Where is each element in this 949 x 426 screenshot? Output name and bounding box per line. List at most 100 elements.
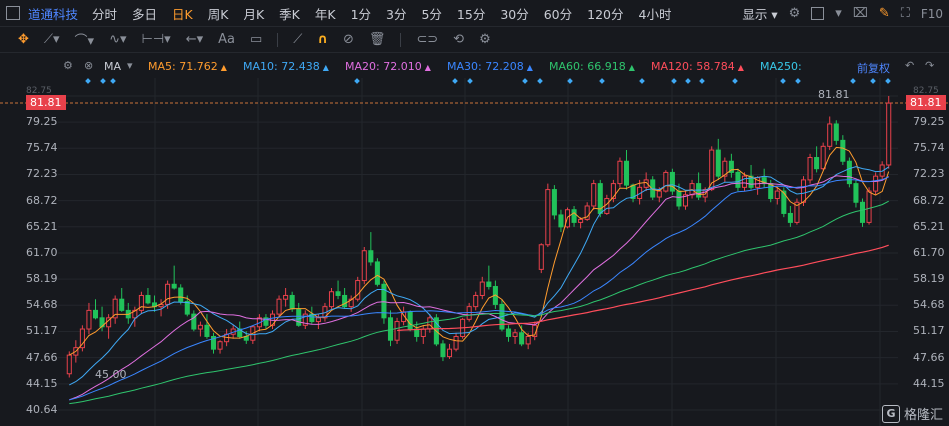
candle-79 xyxy=(584,202,590,221)
ma-lines xyxy=(69,146,890,405)
low-price-label: 45.00 xyxy=(95,368,127,382)
candle-35 xyxy=(296,302,302,327)
candle-body xyxy=(604,198,610,214)
candle-body xyxy=(283,294,289,300)
candle-62 xyxy=(473,291,479,311)
candle-body xyxy=(617,160,623,185)
candle-body xyxy=(676,190,682,207)
event-marker xyxy=(885,78,891,84)
candle-44 xyxy=(355,276,361,302)
candle-11 xyxy=(138,291,144,315)
event-marker xyxy=(467,78,473,84)
right-axis-tick: 72.23 xyxy=(913,167,945,181)
candle-40 xyxy=(328,288,335,309)
candle-52 xyxy=(407,310,413,332)
left-axis-tick: 51.17 xyxy=(26,324,58,338)
candle-110 xyxy=(787,205,793,227)
candle-100 xyxy=(722,157,728,183)
candle-body xyxy=(217,341,223,350)
logo-icon: G xyxy=(881,404,900,423)
left-axis-tick: 75.74 xyxy=(26,141,58,155)
right-axis-tick: 44.15 xyxy=(913,376,945,390)
candle-body xyxy=(420,328,426,337)
candle-body xyxy=(859,201,866,223)
candle-body xyxy=(833,123,839,141)
candle-body xyxy=(368,250,374,263)
left-axis-tick: 61.70 xyxy=(26,245,58,259)
left-axis-tick: 58.19 xyxy=(26,272,58,286)
candle-body xyxy=(538,244,544,270)
candle-body xyxy=(820,145,826,170)
candle-0 xyxy=(66,351,72,378)
event-marker xyxy=(599,78,605,84)
candle-74 xyxy=(551,185,557,220)
candle-body xyxy=(840,139,846,162)
candle-body xyxy=(519,332,525,345)
ma20-line xyxy=(69,175,889,401)
candle-54 xyxy=(420,325,426,344)
right-axis-tick: 75.74 xyxy=(913,141,945,155)
candle-body xyxy=(197,324,203,330)
candle-113 xyxy=(807,153,813,184)
candle-59 xyxy=(453,332,459,352)
candle-20 xyxy=(197,321,203,337)
event-marker xyxy=(732,78,738,84)
event-marker xyxy=(870,78,876,84)
event-marker xyxy=(452,78,458,84)
candle-body xyxy=(800,179,807,203)
event-markers xyxy=(85,78,891,84)
candle-body xyxy=(807,157,813,181)
candle-body xyxy=(669,171,675,192)
candle-49 xyxy=(387,310,394,347)
candle-125 xyxy=(886,96,892,169)
candle-16 xyxy=(171,265,177,290)
left-axis-tick: 79.25 xyxy=(26,115,58,129)
high-price-label: 81.81 xyxy=(818,88,850,101)
candle-body xyxy=(446,348,453,358)
candle-32 xyxy=(276,295,282,317)
candle-body xyxy=(741,175,748,188)
event-marker xyxy=(685,78,691,84)
candle-73 xyxy=(545,183,551,247)
candle-21 xyxy=(204,314,210,339)
left-axis-tick: 40.64 xyxy=(26,403,58,416)
right-axis-tick: 51.17 xyxy=(913,324,945,338)
candle-body xyxy=(66,354,72,375)
candle-96 xyxy=(696,172,702,201)
ma10-line xyxy=(69,166,889,386)
candle-22 xyxy=(210,332,217,354)
candle-body xyxy=(512,332,518,337)
candle-body xyxy=(86,309,92,330)
left-axis-tick: 54.68 xyxy=(26,298,58,312)
candle-body xyxy=(374,261,380,285)
candle-72 xyxy=(538,243,544,274)
candle-body xyxy=(486,281,492,288)
event-marker xyxy=(850,78,856,84)
candle-body xyxy=(276,298,282,315)
right-axis-tick: 68.72 xyxy=(913,193,945,207)
candle-body xyxy=(853,183,859,203)
candle-47 xyxy=(374,258,380,287)
kline-chart[interactable] xyxy=(0,0,949,426)
candle-body xyxy=(623,160,630,186)
candle-body xyxy=(774,190,780,200)
candle-84 xyxy=(617,157,623,188)
candle-17 xyxy=(178,284,184,305)
candle-114 xyxy=(814,146,820,173)
candle-13 xyxy=(151,295,158,312)
candle-117 xyxy=(833,120,839,145)
candle-body xyxy=(315,317,321,323)
candle-body xyxy=(165,283,171,305)
candle-3 xyxy=(86,302,92,335)
candle-body xyxy=(453,335,459,350)
candle-body xyxy=(145,294,151,304)
candle-115 xyxy=(820,142,826,171)
right-axis-tick: 58.19 xyxy=(913,272,945,286)
candle-85 xyxy=(623,150,630,190)
candle-123 xyxy=(873,172,879,195)
candle-63 xyxy=(479,276,485,300)
right-axis-tick: 79.25 xyxy=(913,115,945,129)
candle-body xyxy=(178,287,184,302)
candle-body xyxy=(171,283,177,289)
candle-121 xyxy=(859,198,866,227)
